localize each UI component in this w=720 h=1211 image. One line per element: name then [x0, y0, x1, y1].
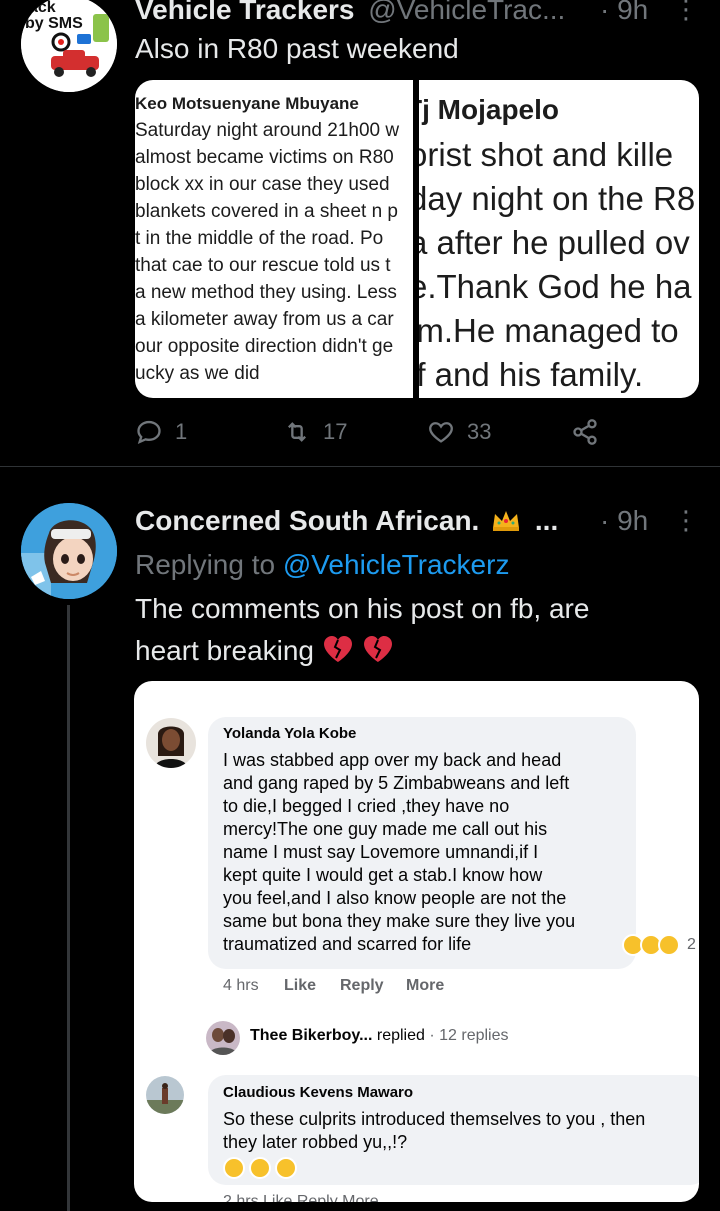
avatar-bikerboy	[206, 1021, 240, 1055]
image-left-line: block xx in our case they used	[135, 174, 390, 195]
tweet-text-line: heart breaking	[135, 635, 315, 666]
image-right-line: e.Thank God he ha	[419, 268, 692, 305]
author-handle[interactable]: @VehicleTrac...	[368, 0, 565, 25]
retweet-count: 17	[323, 419, 348, 444]
reaction-count: 2	[687, 936, 696, 953]
comment-line: same but bona they make sure they live y…	[223, 911, 576, 931]
image-left-line: almost became victims on R80	[135, 147, 394, 168]
avatar-claudious	[146, 1076, 184, 1114]
crown-emoji-icon	[491, 507, 521, 531]
reply-count: 1	[175, 419, 188, 444]
author-name[interactable]: Concerned South African.	[135, 505, 479, 536]
comment-time: 4 hrs	[223, 977, 259, 994]
comment-line: mercy!The one guy made me call out his	[223, 819, 548, 839]
author-name[interactable]: Vehicle Trackers	[135, 0, 355, 25]
svg-text:ack: ack	[29, 0, 56, 16]
thread-line	[67, 605, 70, 1211]
image-right-line: day night on the R8	[419, 180, 696, 217]
commenter-name[interactable]: Yolanda Yola Kobe	[223, 725, 356, 742]
media-image-right[interactable]: Tj Mojapelo orist shot and kille day nig…	[419, 80, 699, 398]
avatar-yolanda	[146, 718, 196, 768]
image-right-line: orist shot and kille	[419, 136, 674, 173]
tweet-vehicle-trackers[interactable]: ack by SMS Vehicle Trackers @VehicleTrac…	[0, 0, 720, 466]
comment-line: traumatized and scarred for life	[223, 934, 472, 954]
tweet-text: heart breaking	[135, 630, 396, 672]
image-right-line: lf and his family.	[419, 356, 644, 393]
tweet-header: Vehicle Trackers @VehicleTrac...	[135, 0, 565, 26]
image-left-line: ucky as we did	[135, 363, 260, 384]
like-button[interactable]: 33	[427, 418, 491, 446]
tweet-header: Concerned South African. ...	[135, 505, 558, 537]
commenter-name[interactable]: Claudious Kevens Mawaro	[223, 1084, 413, 1101]
reply-button[interactable]: 1	[135, 418, 187, 446]
comment-like-button[interactable]: Like	[284, 977, 316, 995]
more-options-icon[interactable]: ⋮	[673, 0, 699, 22]
image-left-line: a kilometer away from us a car	[135, 309, 394, 330]
replier-name[interactable]: Thee Bikerboy...	[250, 1027, 372, 1044]
vehicle-tracker-logo-icon: ack by SMS	[21, 0, 117, 92]
replied-row[interactable]: Thee Bikerboy... replied · 12 replies	[250, 1027, 509, 1045]
image-left-line: a new method they using. Less	[135, 282, 397, 303]
tweet-media-fb-screenshot[interactable]: Yolanda Yola Kobe I was stabbed app over…	[134, 681, 699, 1202]
tweet-text: Also in R80 past weekend	[135, 33, 459, 64]
replying-to-handle[interactable]: @VehicleTrackerz	[283, 549, 510, 580]
name-ellipsis: ...	[534, 505, 559, 536]
profile-picture-icon	[21, 503, 117, 599]
image-left-header: Keo Motsuenyane Mbuyane	[135, 94, 359, 113]
more-options-icon[interactable]: ⋮	[673, 507, 699, 533]
image-left-line: t in the middle of the road. Po	[135, 228, 384, 249]
image-left-line: Saturday night around 21h00 w	[135, 120, 400, 141]
retweet-icon	[288, 422, 306, 442]
comment-line: So these culprits introduced themselves …	[223, 1109, 646, 1129]
tweet-time[interactable]: · 9h	[600, 0, 648, 26]
share-button[interactable]	[571, 418, 599, 446]
image-right-header: Tj Mojapelo	[419, 94, 559, 125]
laugh-emoji-icon	[249, 1157, 271, 1179]
comment-line: to die,I begged I cried ,they have no	[223, 796, 510, 816]
image-right-line: a after he pulled ov	[419, 224, 690, 261]
replied-verb: replied	[376, 1027, 425, 1044]
tweet-media[interactable]: Keo Motsuenyane Mbuyane Saturday night a…	[135, 80, 699, 398]
tweet-text-line: The comments on his post on fb, are	[135, 593, 590, 624]
tweet-actions: 1 17 33	[135, 418, 655, 450]
comment-line: name I must say Lovemore umnandi,if I	[223, 842, 539, 862]
avatar-concerned-south-african[interactable]	[21, 503, 117, 599]
comment-line: you feel,and I also know people are not …	[223, 888, 567, 908]
share-icon	[573, 419, 597, 445]
retweet-button[interactable]: 17	[283, 418, 347, 446]
comment-meta-partial: 2 hrs Like Reply More	[223, 1193, 379, 1202]
svg-text:by SMS: by SMS	[25, 15, 83, 32]
comment-line: kept quite I would get a stab.I know how	[223, 865, 543, 885]
laugh-emoji-icon	[275, 1157, 297, 1179]
reply-icon	[137, 420, 161, 444]
replies-count[interactable]: · 12 replies	[429, 1027, 508, 1044]
replying-to: Replying to @VehicleTrackerz	[135, 544, 509, 586]
media-image-left[interactable]: Keo Motsuenyane Mbuyane Saturday night a…	[135, 80, 413, 398]
broken-heart-emoji-icon	[322, 634, 396, 664]
comment-reply-button[interactable]: Reply	[340, 977, 384, 995]
avatar-vehicle-trackers[interactable]: ack by SMS	[21, 0, 117, 92]
image-left-line: our opposite direction didn't ge	[135, 336, 394, 357]
comment-more-button[interactable]: More	[406, 977, 444, 995]
tweet-time[interactable]: · 9h	[600, 505, 648, 537]
care-reaction-icon	[658, 934, 680, 956]
comment-line: I was stabbed app over my back and head	[223, 750, 562, 770]
image-right-line: im.He managed to	[419, 312, 679, 349]
laugh-emoji-icon	[223, 1157, 245, 1179]
heart-icon	[429, 422, 453, 443]
replying-to-prefix: Replying to	[135, 549, 276, 580]
image-left-line: that cae to our rescue told us t	[135, 255, 391, 276]
like-count: 33	[467, 419, 492, 444]
comment-line: they later robbed yu,,!?	[223, 1132, 408, 1152]
image-left-line: blankets covered in a sheet n p	[135, 201, 399, 222]
comment-line: and gang raped by 5 Zimbabweans and left	[223, 773, 570, 793]
